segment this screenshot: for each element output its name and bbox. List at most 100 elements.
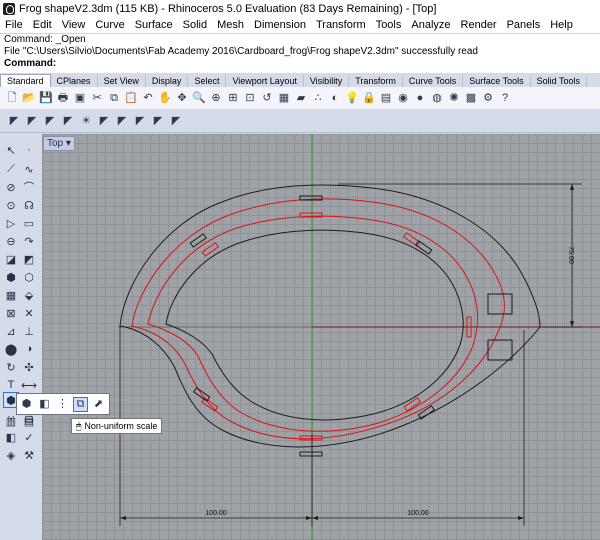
properties-icon[interactable]: ◉ [395,90,411,106]
rotate-view-icon[interactable]: ✥ [174,90,190,106]
tab-surface-tools[interactable]: Surface Tools [463,75,531,87]
menu-solid[interactable]: Solid [178,19,212,31]
non-uniform-scale-icon[interactable]: ⧉ [73,396,88,412]
shear-icon[interactable]: ⬈ [91,397,106,412]
mesh-icon[interactable]: ▦ [3,287,19,303]
polyline-icon[interactable]: ⟋ [3,161,19,177]
shade-icon[interactable]: ◐ [327,90,343,106]
zoom-window-icon[interactable]: ⊕ [208,90,224,106]
export-icon[interactable]: ◤ [60,113,76,129]
join-icon[interactable]: ⊠ [3,305,19,321]
undo-icon[interactable]: ↶ [140,90,156,106]
surface-icon[interactable]: ◪ [3,251,19,267]
render-tools-icon[interactable]: ◈ [3,447,19,463]
menu-render[interactable]: Render [456,19,502,31]
tab-display[interactable]: Display [146,75,189,87]
wrench-icon[interactable]: ⚒ [21,447,37,463]
print-icon[interactable]: 🖶 [55,90,71,106]
lock-icon[interactable]: 🔒 [361,90,377,106]
tab-transform[interactable]: Transform [349,75,403,87]
point-icon[interactable]: · [21,142,37,158]
boolean-diff-icon[interactable]: ◑ [21,341,37,357]
command-prompt[interactable]: Command: [0,58,600,70]
scale-3d-icon[interactable]: ⬢ [19,397,34,412]
help-icon[interactable]: ? [497,90,513,106]
save-icon[interactable]: 💾 [38,90,54,106]
circle-icon[interactable]: ⊘ [3,179,19,195]
render-preview-icon[interactable]: ▩ [463,90,479,106]
tab-viewport-layout[interactable]: Viewport Layout [226,75,304,87]
grid-layout-icon[interactable]: ▦ [276,90,292,106]
offset-icon[interactable]: ⊖ [3,233,19,249]
surface-edit-icon[interactable]: ◩ [21,251,37,267]
menu-curve[interactable]: Curve [90,19,129,31]
split-icon[interactable]: ⊥ [21,323,37,339]
menu-view[interactable]: View [57,19,91,31]
export-icon[interactable]: ◤ [24,113,40,129]
copy-icon[interactable]: ⧉ [106,90,122,106]
dimension-icon[interactable]: ⟷ [21,377,37,393]
tab-visibility[interactable]: Visibility [304,75,350,87]
rotate-icon[interactable]: ↻ [3,359,19,375]
export-icon[interactable]: ◤ [150,113,166,129]
import-icon[interactable]: ▣ [72,90,88,106]
environment-icon[interactable]: ✺ [446,90,462,106]
options-gear-icon[interactable]: ⚙ [480,90,496,106]
menu-help[interactable]: Help [545,19,578,31]
menu-panels[interactable]: Panels [502,19,546,31]
check-icon[interactable]: ✓ [21,429,37,445]
open-folder-icon[interactable]: 📂 [21,90,37,106]
move-icon[interactable]: ✣ [21,359,37,375]
menu-transform[interactable]: Transform [311,19,371,31]
select-points-icon[interactable]: ∴ [310,90,326,106]
cut-icon[interactable]: ✂ [89,90,105,106]
render-sphere-icon[interactable]: ● [412,90,428,106]
scale-2d-icon[interactable]: ◧ [37,397,52,412]
select-arrow-icon[interactable]: ↖ [3,142,19,158]
box-solid-icon[interactable]: ⬢ [3,269,19,285]
top-viewport[interactable]: 100.00 100.00 75.00 [42,134,600,540]
export-icon[interactable]: ◤ [132,113,148,129]
new-file-icon[interactable]: 🗋 [4,90,20,106]
solid-tools-icon[interactable]: ⬡ [21,269,37,285]
layers-icon[interactable]: ▤ [378,90,394,106]
light-bulb-icon[interactable]: 💡 [344,90,360,106]
tab-cplanes[interactable]: CPlanes [51,75,98,87]
tab-solid-tools[interactable]: Solid Tools [531,75,587,87]
menu-tools[interactable]: Tools [371,19,407,31]
rectangle-icon[interactable]: ▭ [21,215,37,231]
export-icon[interactable]: ◤ [168,113,184,129]
scale-1d-icon[interactable]: ⋮ [55,397,70,412]
menu-analyze[interactable]: Analyze [406,19,455,31]
menu-edit[interactable]: Edit [28,19,57,31]
boolean-icon[interactable]: ⬤ [3,341,19,357]
tab-select[interactable]: Select [188,75,227,87]
export-icon[interactable]: ◤ [42,113,58,129]
fillet-icon[interactable]: ↷ [21,233,37,249]
polygon-icon[interactable]: ▷ [3,215,19,231]
menu-file[interactable]: File [0,19,28,31]
zoom-selected-icon[interactable]: ⊡ [242,90,258,106]
free-curve-icon[interactable]: ☊ [21,197,37,213]
ellipse-icon[interactable]: ⊙ [3,197,19,213]
zoom-icon[interactable]: 🔍 [191,90,207,106]
undo-view-icon[interactable]: ↺ [259,90,275,106]
cplane-icon[interactable]: ▰ [293,90,309,106]
arc-icon[interactable]: ⌒ [21,179,37,195]
light-icon[interactable]: ☀ [78,113,94,129]
analyze-icon[interactable]: ◧ [3,429,19,445]
curve-icon[interactable]: ∿ [21,161,37,177]
tab-standard[interactable]: Standard [0,74,51,87]
pan-hand-icon[interactable]: ✋ [157,90,173,106]
material-icon[interactable]: ◍ [429,90,445,106]
text-icon[interactable]: T [3,377,19,393]
export-icon[interactable]: ◤ [114,113,130,129]
tab-set-view[interactable]: Set View [98,75,146,87]
menu-dimension[interactable]: Dimension [249,19,311,31]
menu-mesh[interactable]: Mesh [212,19,249,31]
explode-icon[interactable]: ✕ [21,305,37,321]
tab-curve-tools[interactable]: Curve Tools [403,75,464,87]
export-icon[interactable]: ◤ [96,113,112,129]
trim-icon[interactable]: ⊿ [3,323,19,339]
mesh-tools-icon[interactable]: ⬙ [21,287,37,303]
